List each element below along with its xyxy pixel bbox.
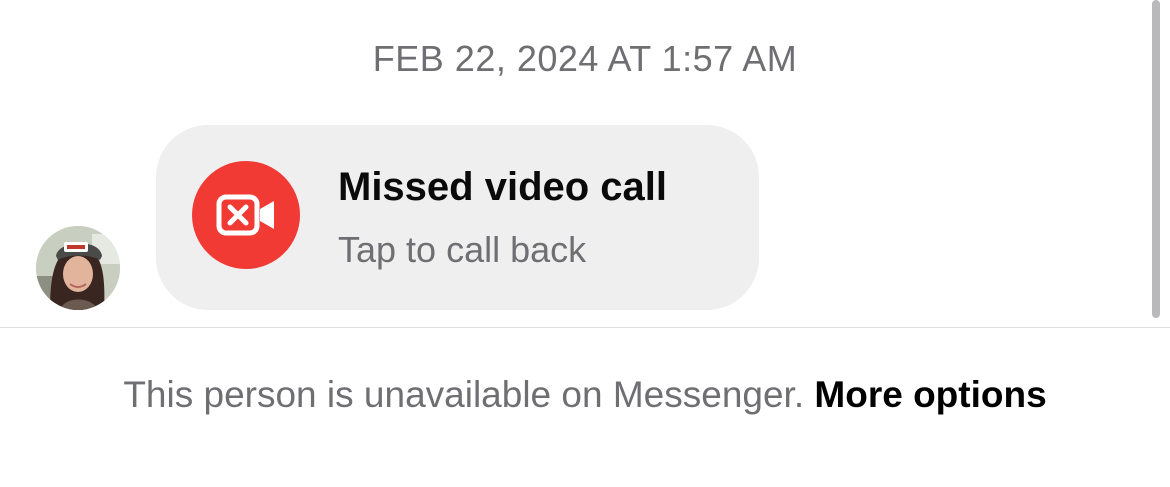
call-title: Missed video call [338,165,668,209]
unavailable-notice: This person is unavailable on Messenger.… [120,372,1050,418]
avatar-photo [36,226,120,310]
messenger-thread: FEB 22, 2024 AT 1:57 AM Missed video cal… [0,0,1170,487]
call-back-hint: Tap to call back [338,229,587,270]
unavailable-text: This person is unavailable on Messenger. [123,374,805,415]
message-timestamp: FEB 22, 2024 AT 1:57 AM [372,38,798,79]
more-options-link[interactable]: More options [814,374,1046,415]
video-camera-x-icon [192,161,300,269]
divider [0,327,1170,328]
scrollbar[interactable] [1152,0,1160,318]
avatar[interactable] [36,226,120,310]
missed-call-bubble[interactable]: Missed video call Tap to call back [156,125,759,310]
